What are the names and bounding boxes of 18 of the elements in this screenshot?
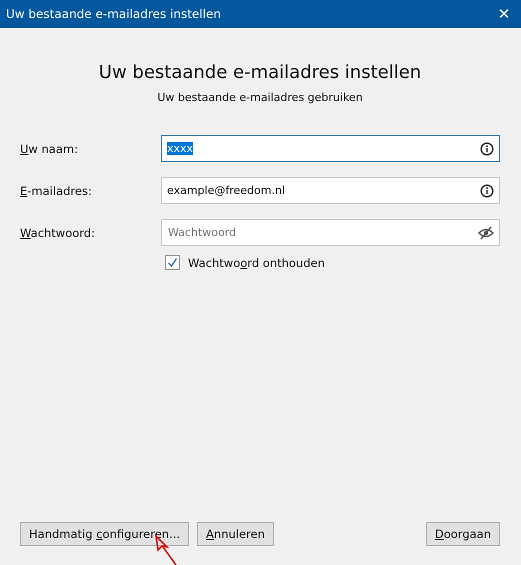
window-title: Uw bestaande e-mailadres instellen [6, 7, 221, 21]
input-field[interactable]: example@freedom.nl [161, 177, 500, 204]
dialog-button[interactable]: Doorgaan [426, 522, 500, 546]
field-label: E-mailadres: [20, 184, 93, 198]
eye-slash-icon[interactable] [478, 226, 494, 240]
info-icon[interactable] [480, 184, 494, 198]
dialog-button[interactable]: Handmatig configureren... [20, 522, 190, 546]
checkbox[interactable] [165, 255, 180, 270]
dialog-button[interactable]: Annuleren [197, 522, 274, 546]
checkbox-label[interactable]: Wachtwoord onthouden [188, 256, 325, 270]
info-icon[interactable] [480, 142, 494, 156]
close-button[interactable]: ✕ [487, 0, 521, 28]
dialog-subheading: Uw bestaande e-mailadres gebruiken [157, 91, 363, 104]
dialog-heading: Uw bestaande e-mailadres instellen [98, 62, 422, 83]
input-field[interactable]: xxxx [161, 135, 500, 162]
field-label: Wachtwoord: [20, 226, 96, 240]
password-field[interactable]: Wachtwoord [161, 219, 500, 246]
field-label: Uw naam: [20, 142, 79, 156]
